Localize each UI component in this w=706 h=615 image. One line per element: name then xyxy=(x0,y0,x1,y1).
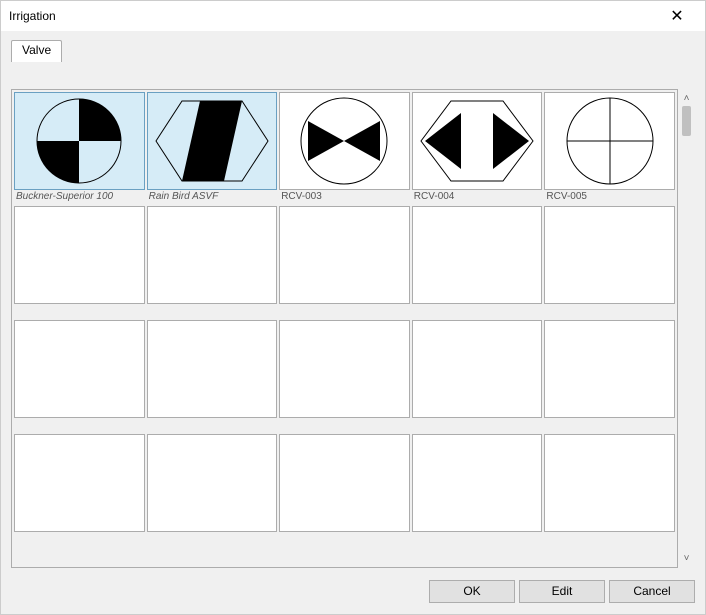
symbol-cell[interactable] xyxy=(412,320,543,432)
symbol-label xyxy=(279,532,410,546)
symbol-circle-cross-icon[interactable] xyxy=(544,92,675,190)
symbol-label xyxy=(412,418,543,432)
symbol-cell[interactable] xyxy=(14,320,145,432)
symbol-label xyxy=(544,418,675,432)
symbol-empty[interactable] xyxy=(147,320,278,418)
symbol-cell[interactable]: Buckner-Superior 100 xyxy=(14,92,145,204)
symbol-label: RCV-005 xyxy=(544,190,675,204)
symbol-empty[interactable] xyxy=(544,320,675,418)
button-bar: OK Edit Cancel xyxy=(11,578,695,604)
symbol-cell[interactable] xyxy=(544,320,675,432)
symbol-cell[interactable] xyxy=(147,434,278,546)
symbol-cell[interactable]: Rain Bird ASVF xyxy=(147,92,278,204)
symbol-empty[interactable] xyxy=(279,320,410,418)
window-title: Irrigation xyxy=(9,9,657,23)
symbol-empty[interactable] xyxy=(14,206,145,304)
symbol-empty[interactable] xyxy=(412,434,543,532)
symbol-cell[interactable] xyxy=(147,320,278,432)
symbol-cell[interactable] xyxy=(544,206,675,318)
symbol-label xyxy=(14,532,145,546)
symbol-cell[interactable] xyxy=(147,206,278,318)
scroll-up-icon[interactable]: ˄ xyxy=(679,91,694,106)
symbol-label xyxy=(147,532,278,546)
symbol-cell[interactable]: RCV-003 xyxy=(279,92,410,204)
tab-valve[interactable]: Valve xyxy=(11,40,62,62)
symbol-empty[interactable] xyxy=(14,320,145,418)
symbol-label xyxy=(147,418,278,432)
symbol-cell[interactable]: RCV-005 xyxy=(544,92,675,204)
symbol-cell[interactable] xyxy=(279,206,410,318)
symbol-label xyxy=(279,304,410,318)
tab-bar: Valve xyxy=(11,39,695,61)
symbol-label xyxy=(14,304,145,318)
irrigation-dialog: Irrigation ✕ Valve Buckner-Superior 100 … xyxy=(0,0,706,615)
close-button[interactable]: ✕ xyxy=(657,2,697,30)
symbol-label xyxy=(14,418,145,432)
titlebar: Irrigation ✕ xyxy=(1,1,705,31)
symbol-empty[interactable] xyxy=(544,206,675,304)
client-area: Valve Buckner-Superior 100 Rain Bird ASV… xyxy=(1,31,705,614)
symbol-empty[interactable] xyxy=(412,320,543,418)
symbol-empty[interactable] xyxy=(279,206,410,304)
symbol-empty[interactable] xyxy=(279,434,410,532)
symbol-label xyxy=(279,418,410,432)
scroll-down-icon[interactable]: ˅ xyxy=(679,551,694,566)
symbol-cell[interactable]: RCV-004 xyxy=(412,92,543,204)
symbol-label: RCV-004 xyxy=(412,190,543,204)
symbol-cell[interactable] xyxy=(14,434,145,546)
symbol-grid-panel: Buckner-Superior 100 Rain Bird ASVF RCV-… xyxy=(11,89,678,568)
symbol-empty[interactable] xyxy=(147,434,278,532)
scroll-thumb[interactable] xyxy=(682,106,691,136)
symbol-cell[interactable] xyxy=(279,320,410,432)
symbol-grid: Buckner-Superior 100 Rain Bird ASVF RCV-… xyxy=(14,92,675,546)
symbol-cell[interactable] xyxy=(544,434,675,546)
symbol-label xyxy=(544,304,675,318)
symbol-label xyxy=(544,532,675,546)
symbol-label xyxy=(147,304,278,318)
symbol-cell[interactable] xyxy=(412,206,543,318)
symbol-empty[interactable] xyxy=(544,434,675,532)
symbol-label xyxy=(412,304,543,318)
symbol-empty[interactable] xyxy=(147,206,278,304)
symbol-empty[interactable] xyxy=(412,206,543,304)
symbol-label: RCV-003 xyxy=(279,190,410,204)
symbol-picker: Buckner-Superior 100 Rain Bird ASVF RCV-… xyxy=(11,89,695,568)
symbol-circle-quarters-icon[interactable] xyxy=(14,92,145,190)
symbol-hex-bowtie-icon[interactable] xyxy=(412,92,543,190)
edit-button[interactable]: Edit xyxy=(519,580,605,603)
symbol-circle-bowtie-icon[interactable] xyxy=(279,92,410,190)
symbol-cell[interactable] xyxy=(14,206,145,318)
symbol-cell[interactable] xyxy=(279,434,410,546)
ok-button[interactable]: OK xyxy=(429,580,515,603)
symbol-label: Rain Bird ASVF xyxy=(147,190,278,204)
symbol-empty[interactable] xyxy=(14,434,145,532)
symbol-label: Buckner-Superior 100 xyxy=(14,190,145,204)
vertical-scrollbar[interactable]: ˄ ˅ xyxy=(678,89,695,568)
cancel-button[interactable]: Cancel xyxy=(609,580,695,603)
scroll-track[interactable] xyxy=(679,106,694,551)
symbol-hex-angled-icon[interactable] xyxy=(147,92,278,190)
symbol-cell[interactable] xyxy=(412,434,543,546)
symbol-label xyxy=(412,532,543,546)
